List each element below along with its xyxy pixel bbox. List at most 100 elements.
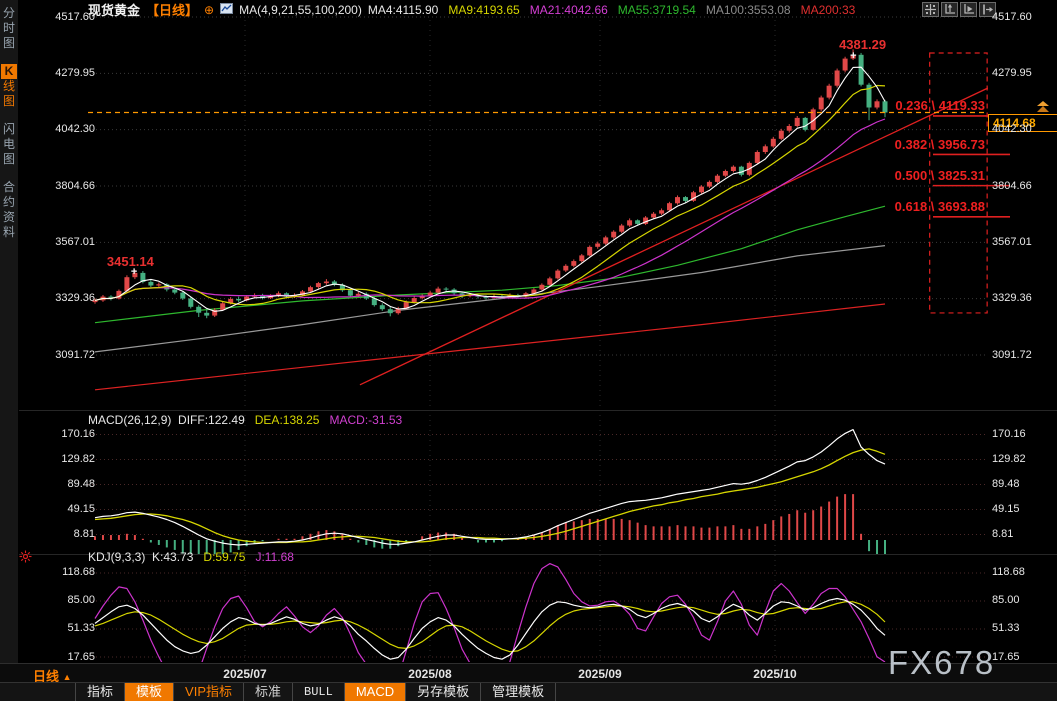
- toolbar-tab-指标[interactable]: 指标: [75, 683, 126, 701]
- macd-diff-value: DIFF:122.49: [178, 413, 245, 427]
- kdj-d-value: D:59.75: [203, 550, 246, 564]
- sidebar-tab-char: 图: [2, 94, 15, 108]
- sidebar-tab-闪电图[interactable]: 闪电图: [0, 122, 18, 167]
- kdj-axis-label: 17.65: [67, 650, 95, 663]
- date-axis-label: 2025/07: [223, 667, 267, 681]
- macd-header: MACD(26,12,9) DIFF:122.49 DEA:138.25 MAC…: [88, 413, 402, 427]
- sidebar-tab-char: 闪: [2, 122, 15, 136]
- price-axis-label: 3091.72: [55, 348, 95, 361]
- indicator-settings-sun-icon[interactable]: [19, 550, 32, 568]
- kdj-axis-label: 17.65: [992, 650, 1020, 663]
- toolbar-tab-BULL[interactable]: BULL: [293, 683, 345, 701]
- sidebar-tab-char: 分: [2, 6, 15, 20]
- toolbar-tab-MACD[interactable]: MACD: [344, 683, 407, 701]
- sidebar-tab-合约资料[interactable]: 合约资料: [0, 180, 18, 240]
- macd-axis-label: 89.48: [992, 478, 1020, 491]
- macd-axis-label: 8.81: [992, 528, 1014, 541]
- price-up-arrow-icon: [1036, 100, 1051, 118]
- toolbar-tab-另存模板[interactable]: 另存模板: [406, 683, 482, 701]
- trading-app-window: { "window": { "watermark": "FX678" }, "s…: [0, 0, 1057, 701]
- toolbar-tab-标准[interactable]: 标准: [244, 683, 294, 701]
- chart-header: 现货黄金 【日线】 ⊕ MA(4,9,21,55,100,200) MA4:41…: [88, 1, 855, 18]
- sidebar-tab-char: 图: [2, 36, 15, 50]
- kdj-name: KDJ(9,3,3): [88, 550, 146, 564]
- price-axis-label: 3804.66: [992, 179, 1032, 192]
- date-axis-label: 2025/10: [753, 667, 797, 681]
- kdj-j-value: J:11.68: [255, 550, 294, 564]
- price-axis-label: 3091.72: [992, 348, 1032, 361]
- sidebar-tab-char: 线: [2, 79, 15, 93]
- sidebar-tab-char: 电: [2, 137, 15, 151]
- price-axis-label: 3567.01: [992, 235, 1032, 248]
- kdj-axis-label: 85.00: [992, 594, 1020, 607]
- peak-high-annotation: 4381.29: [839, 37, 887, 53]
- date-axis-label: 2025/09: [578, 667, 622, 681]
- macd-axis-label: 8.81: [73, 528, 95, 541]
- peak-high-marker-icon: +: [850, 50, 857, 63]
- ma-settings-label: MA(4,9,21,55,100,200): [239, 2, 362, 17]
- zoom-axis-up-icon[interactable]: [941, 2, 958, 17]
- macd-name: MACD(26,12,9): [88, 413, 172, 427]
- swing-high-marker-icon: +: [130, 265, 138, 278]
- price-axis-label: 3329.36: [992, 292, 1032, 305]
- sidebar-tab-分时图[interactable]: 分时图: [0, 6, 18, 51]
- sidebar-tab-char: 料: [2, 225, 15, 239]
- macd-axis-label: 170.16: [61, 428, 95, 440]
- toolbar-tab-模板[interactable]: 模板: [125, 683, 175, 701]
- price-axis-label: 3329.36: [55, 292, 95, 305]
- price-axis-label: 4042.30: [55, 123, 95, 136]
- price-axis-label: 4517.60: [992, 10, 1032, 23]
- kdj-k-value: K:43.73: [152, 550, 194, 564]
- kdj-axis-label: 118.68: [992, 566, 1025, 579]
- price-axis-label: 4279.95: [55, 66, 95, 79]
- sidebar-tab-char: K: [1, 64, 17, 79]
- kdj-axis-label: 85.00: [67, 594, 95, 607]
- macd-axis-label: 129.82: [992, 453, 1026, 465]
- period-label[interactable]: 【日线】: [146, 0, 198, 19]
- sidebar-tab-char: 合: [2, 180, 15, 194]
- move-crosshair-icon[interactable]: [922, 2, 939, 17]
- toolbar-tab-管理模板[interactable]: 管理模板: [481, 683, 557, 701]
- toolbar-tab-VIP指标[interactable]: VIP指标: [174, 683, 244, 701]
- price-axis-label: 4279.95: [992, 66, 1032, 79]
- sidebar-tab-char: 约: [2, 195, 15, 209]
- macd-axis-label: 89.48: [67, 478, 95, 491]
- fib-level-label: 0.500 \ 3825.31: [894, 168, 985, 184]
- price-axis-label: 3804.66: [55, 179, 95, 192]
- macd-axis-label: 170.16: [992, 428, 1026, 440]
- macd-axis-label: 49.15: [992, 503, 1020, 516]
- ma-value-label: MA200:33: [800, 2, 856, 17]
- ma-value-label: MA100:3553.08: [705, 2, 791, 17]
- chart-toolbar-icons: [922, 2, 996, 17]
- price-axis-label: 3567.01: [55, 235, 95, 248]
- sidebar-tab-K线图[interactable]: K线图: [0, 64, 18, 109]
- fib-level-label: 0.382 \ 3956.73: [894, 136, 985, 152]
- kdj-header: KDJ(9,3,3) K:43.73 D:59.75 J:11.68: [88, 550, 294, 564]
- kdj-axis-label: 51.33: [67, 622, 95, 635]
- macd-axis-label: 49.15: [67, 503, 95, 516]
- ma-value-label: MA4:4115.90: [367, 2, 439, 17]
- date-axis-label: 2025/08: [408, 667, 452, 681]
- price-axis-label: 4042.30: [992, 123, 1032, 136]
- sidebar-tab-char: 图: [2, 152, 15, 166]
- fib-level-label: 0.236 \ 4119.33: [895, 98, 985, 114]
- kdj-axis-label: 118.68: [62, 566, 95, 579]
- bottom-toolbar: 指标 模板 VIP指标 标准 BULL MACD 另存模板 管理模板: [0, 682, 1057, 701]
- ma-value-label: MA9:4193.65: [448, 2, 520, 17]
- sidebar: 分时图K线图闪电图合约资料: [0, 0, 19, 701]
- fib-level-label: 0.618 \ 3693.88: [894, 199, 985, 215]
- watermark: FX678: [888, 644, 996, 681]
- macd-axis-label: 129.82: [61, 453, 95, 465]
- price-axis-label: 4517.60: [55, 10, 95, 23]
- period-up-triangle-icon: ▲: [62, 672, 72, 682]
- zoom-axis-play-icon[interactable]: [960, 2, 977, 17]
- chart-type-icon[interactable]: [220, 2, 234, 17]
- kdj-axis-label: 51.33: [992, 622, 1020, 635]
- macd-macd-value: MACD:-31.53: [329, 413, 403, 427]
- sidebar-tab-char: 资: [2, 210, 15, 224]
- sidebar-tab-char: 时: [2, 21, 15, 35]
- macd-dea-value: DEA:138.25: [254, 413, 320, 427]
- circle-plus-icon[interactable]: ⊕: [204, 3, 214, 17]
- ma-value-label: MA55:3719.54: [617, 2, 696, 17]
- symbol-name: 现货黄金: [88, 3, 141, 18]
